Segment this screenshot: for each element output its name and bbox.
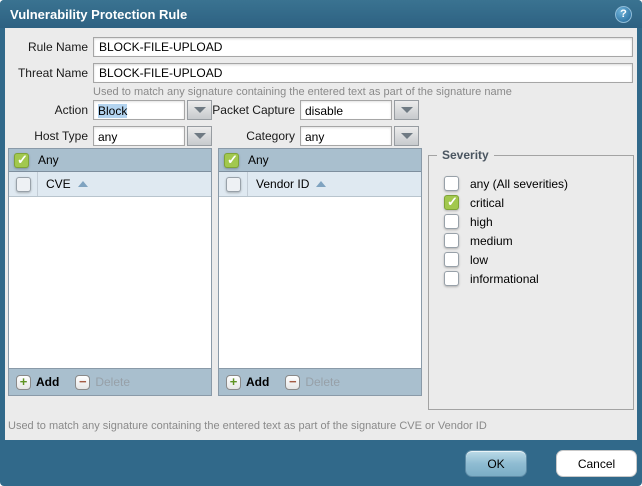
severity-option-high[interactable]: high bbox=[444, 214, 568, 229]
dialog-title-bar: Vulnerability Protection Rule bbox=[0, 0, 642, 28]
sort-asc-icon[interactable] bbox=[316, 181, 327, 187]
vendor-id-panel: Any Vendor ID Add Delete bbox=[218, 148, 422, 396]
vendor-id-select-all-cell bbox=[219, 172, 248, 196]
packet-capture-dropdown[interactable]: disable bbox=[300, 100, 419, 120]
dialog-title: Vulnerability Protection Rule bbox=[10, 6, 188, 22]
cve-column-title[interactable]: CVE bbox=[38, 177, 88, 191]
threat-name-input[interactable] bbox=[93, 63, 633, 83]
severity-legend: Severity bbox=[437, 148, 494, 162]
cve-any-row[interactable]: Any bbox=[9, 149, 211, 171]
vendor-id-column-title[interactable]: Vendor ID bbox=[248, 177, 327, 191]
vendor-id-column-header[interactable]: Vendor ID bbox=[219, 171, 421, 197]
cve-add-label: Add bbox=[36, 375, 60, 389]
cve-any-label: Any bbox=[38, 153, 59, 167]
action-label: Action bbox=[54, 103, 88, 117]
cancel-button[interactable]: Cancel bbox=[556, 450, 637, 477]
severity-option-any[interactable]: any (All severities) bbox=[444, 176, 568, 191]
severity-critical-label: critical bbox=[470, 195, 505, 210]
ok-button[interactable]: OK bbox=[465, 450, 527, 477]
vendor-id-any-checkbox[interactable] bbox=[224, 152, 239, 168]
action-dropdown-value[interactable]: Block bbox=[93, 100, 185, 120]
packet-capture-dropdown-value[interactable]: disable bbox=[300, 100, 392, 120]
sort-asc-icon[interactable] bbox=[77, 181, 88, 187]
rule-name-input[interactable] bbox=[93, 37, 633, 57]
severity-option-informational[interactable]: informational bbox=[444, 271, 568, 286]
vulnerability-protection-rule-dialog: Vulnerability Protection Rule Rule Name … bbox=[0, 0, 642, 486]
vendor-id-select-all-checkbox[interactable] bbox=[225, 176, 241, 192]
severity-low-label: low bbox=[470, 252, 489, 267]
category-dropdown-button[interactable] bbox=[394, 126, 419, 146]
severity-medium-label: medium bbox=[470, 233, 513, 248]
cve-panel: Any CVE Add Delete bbox=[8, 148, 212, 396]
vendor-id-panel-footer: Add Delete bbox=[219, 368, 421, 395]
severity-informational-label: informational bbox=[470, 271, 539, 286]
host-type-label: Host Type bbox=[34, 129, 88, 143]
cve-add-button[interactable]: Add bbox=[16, 374, 60, 390]
plus-icon bbox=[226, 374, 241, 390]
severity-low-checkbox[interactable] bbox=[444, 252, 459, 267]
vendor-id-column-label: Vendor ID bbox=[256, 177, 310, 191]
cve-any-checkbox[interactable] bbox=[14, 152, 29, 168]
chevron-down-icon bbox=[400, 133, 413, 139]
vendor-id-delete-label: Delete bbox=[305, 375, 341, 389]
cve-list bbox=[9, 197, 211, 368]
cve-select-all-checkbox[interactable] bbox=[15, 176, 31, 192]
category-dropdown-value[interactable]: any bbox=[300, 126, 392, 146]
packet-capture-dropdown-button[interactable] bbox=[394, 100, 419, 120]
chevron-down-icon bbox=[400, 107, 413, 113]
rule-name-label: Rule Name bbox=[27, 40, 88, 54]
threat-name-helper: Used to match any signature containing t… bbox=[93, 86, 512, 98]
severity-high-checkbox[interactable] bbox=[444, 214, 459, 229]
signature-match-note: Used to match any signature containing t… bbox=[8, 420, 487, 432]
severity-high-label: high bbox=[470, 214, 493, 229]
category-dropdown[interactable]: any bbox=[300, 126, 419, 146]
severity-any-checkbox[interactable] bbox=[444, 176, 459, 191]
cve-delete-button[interactable]: Delete bbox=[75, 374, 131, 390]
cve-delete-label: Delete bbox=[95, 375, 131, 389]
cve-panel-footer: Add Delete bbox=[9, 368, 211, 395]
host-type-dropdown-value[interactable]: any bbox=[93, 126, 185, 146]
severity-option-medium[interactable]: medium bbox=[444, 233, 568, 248]
vendor-id-any-row[interactable]: Any bbox=[219, 149, 421, 171]
severity-option-critical[interactable]: critical bbox=[444, 194, 568, 210]
vendor-id-add-label: Add bbox=[246, 375, 270, 389]
severity-critical-checkbox[interactable] bbox=[444, 194, 459, 210]
vendor-id-any-label: Any bbox=[248, 153, 269, 167]
cve-select-all-cell bbox=[9, 172, 38, 196]
severity-any-label: any (All severities) bbox=[470, 176, 569, 191]
dialog-content: Rule Name Threat Name Used to match any … bbox=[5, 28, 637, 440]
help-icon[interactable] bbox=[615, 5, 632, 23]
severity-option-low[interactable]: low bbox=[444, 252, 568, 267]
vendor-id-list bbox=[219, 197, 421, 368]
minus-icon bbox=[285, 374, 301, 390]
cve-column-header[interactable]: CVE bbox=[9, 171, 211, 197]
severity-options: any (All severities) critical high mediu… bbox=[444, 176, 568, 286]
severity-group: Severity any (All severities) critical h… bbox=[428, 148, 634, 410]
vendor-id-add-button[interactable]: Add bbox=[226, 374, 270, 390]
category-label: Category bbox=[246, 129, 295, 143]
minus-icon bbox=[75, 374, 91, 390]
cve-column-label: CVE bbox=[46, 177, 71, 191]
plus-icon bbox=[16, 374, 31, 390]
vendor-id-delete-button[interactable]: Delete bbox=[285, 374, 341, 390]
severity-informational-checkbox[interactable] bbox=[444, 271, 459, 286]
action-selected-text: Block bbox=[98, 104, 128, 118]
threat-name-label: Threat Name bbox=[17, 66, 88, 80]
packet-capture-label: Packet Capture bbox=[212, 103, 295, 117]
severity-medium-checkbox[interactable] bbox=[444, 233, 459, 248]
